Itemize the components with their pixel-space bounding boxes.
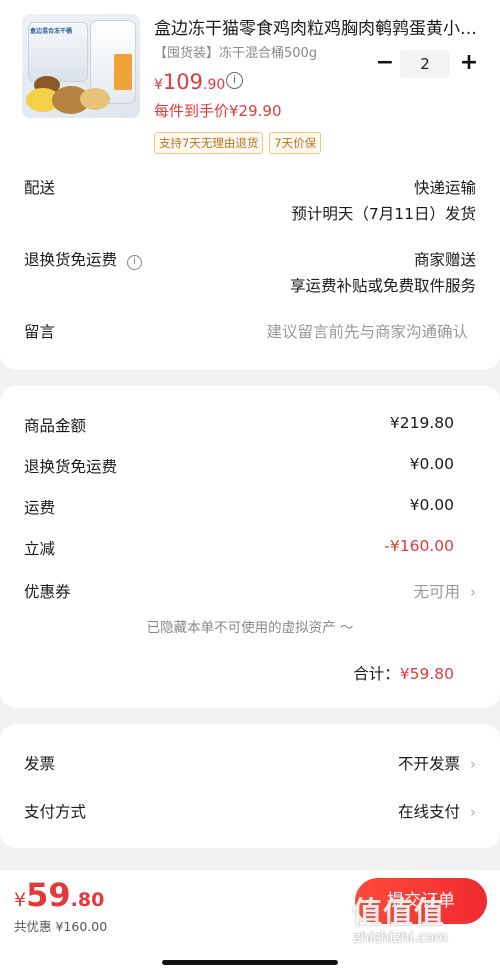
coupon-value: 无可用 (413, 583, 460, 601)
product-image[interactable]: 盒边混合冻干桶 (22, 14, 140, 118)
decrease-button[interactable]: − (372, 50, 398, 78)
total-currency: ¥ (14, 889, 27, 911)
subtotal-value: ¥59.80 (399, 665, 454, 683)
each-price: 每件到手价¥29.90 (154, 102, 282, 120)
goods-amount-label: 商品金额 (24, 417, 87, 435)
price-currency: ¥ (154, 77, 163, 93)
message-input[interactable]: 建议留言前先与商家沟通确认 (266, 320, 468, 342)
payment-method-value: 在线支付 (397, 803, 460, 821)
total-decimal: .80 (70, 889, 105, 911)
delivery-eta: 预计明天（7月11日）发货 (291, 205, 476, 223)
home-indicator (162, 960, 338, 965)
product-price: ¥ 109 .90 (154, 70, 225, 94)
product-title[interactable]: 盒边冻干猫零食鸡肉粒鸡胸肉鹌鹑蛋黄小… (154, 14, 484, 39)
invoice-value-wrap: 不开发票 › (398, 752, 476, 774)
return-shipping-value: 商家赠送 (413, 251, 476, 269)
badge-7day-return: 支持7天无理由退货 (154, 132, 264, 154)
product-label-graphic (114, 54, 132, 90)
info-icon[interactable]: i (127, 255, 143, 270)
return-shipping-label: 退换货免运费 (24, 251, 118, 269)
food-graphic (80, 88, 110, 110)
watermark-logo: 值值值 (352, 896, 445, 931)
invoice-value: 不开发票 (397, 755, 460, 773)
coupon-value-wrap: 无可用 › (413, 580, 476, 602)
freight-label: 运费 (24, 499, 56, 517)
total-saved: 共优惠 ¥160.00 (14, 919, 108, 934)
total-price: ¥ 59 .80 (14, 876, 104, 914)
increase-button[interactable]: + (456, 50, 482, 78)
invoice-label: 发票 (24, 755, 56, 773)
return-fee-value: ¥0.00 (409, 455, 454, 473)
return-fee-label: 退换货免运费 (24, 458, 118, 476)
chevron-right-icon: › (470, 583, 476, 601)
return-shipping-detail: 享运费补贴或免费取件服务 (289, 277, 476, 295)
payment-card: 发票 不开发票 › 支付方式 在线支付 › (0, 724, 500, 848)
badge-price-protect: 7天价保 (269, 132, 322, 154)
quantity-input[interactable]: 2 (400, 50, 450, 78)
total-integer: 59 (26, 876, 71, 914)
message-row[interactable]: 留言 建议留言前先与商家沟通确认 (24, 320, 476, 344)
delivery-method: 快递运输 (413, 179, 476, 197)
quantity-stepper: − 2 + (370, 50, 482, 78)
delivery-label: 配送 (24, 179, 56, 197)
price-integer: 109 (162, 70, 204, 94)
message-label: 留言 (24, 323, 56, 341)
return-shipping-label-wrap: 退换货免运费 i (24, 248, 143, 270)
info-icon[interactable]: i (226, 72, 243, 89)
subtotal-wrap: 合计：¥59.80 (353, 662, 454, 684)
payment-method-value-wrap: 在线支付 › (398, 800, 476, 822)
coupon-label: 优惠券 (24, 583, 71, 601)
chevron-right-icon: › (470, 803, 476, 821)
payment-method-label: 支付方式 (24, 803, 87, 821)
goods-amount-value: ¥219.80 (389, 414, 454, 432)
freight-value: ¥0.00 (409, 496, 454, 514)
discount-value: -¥160.00 (384, 537, 454, 555)
product-image-text: 盒边混合冻干桶 (30, 28, 73, 35)
watermark-url: zhizhizhi.com (353, 930, 448, 946)
chevron-right-icon: › (470, 755, 476, 773)
delivery-row[interactable]: 配送 快递运输 预计明天（7月11日）发货 (24, 176, 476, 226)
order-info-card: 盒边混合冻干桶 盒边冻干猫零食鸡肉粒鸡胸肉鹌鹑蛋黄小… 【囤货装】冻干混合桶50… (0, 0, 500, 370)
service-badges: 支持7天无理由退货 7天价保 (154, 132, 322, 154)
discount-label: 立减 (24, 540, 56, 558)
price-decimal: .90 (203, 77, 226, 93)
hidden-assets-toggle[interactable]: 已隐藏本单不可使用的虚拟资产 ～ (0, 616, 500, 636)
return-shipping-row[interactable]: 退换货免运费 i 商家赠送 享运费补贴或免费取件服务 (24, 248, 476, 298)
price-summary-card: 商品金额 ¥219.80 退换货免运费 ¥0.00 运费 ¥0.00 立减 -¥… (0, 386, 500, 708)
subtotal-label: 合计： (353, 665, 400, 683)
